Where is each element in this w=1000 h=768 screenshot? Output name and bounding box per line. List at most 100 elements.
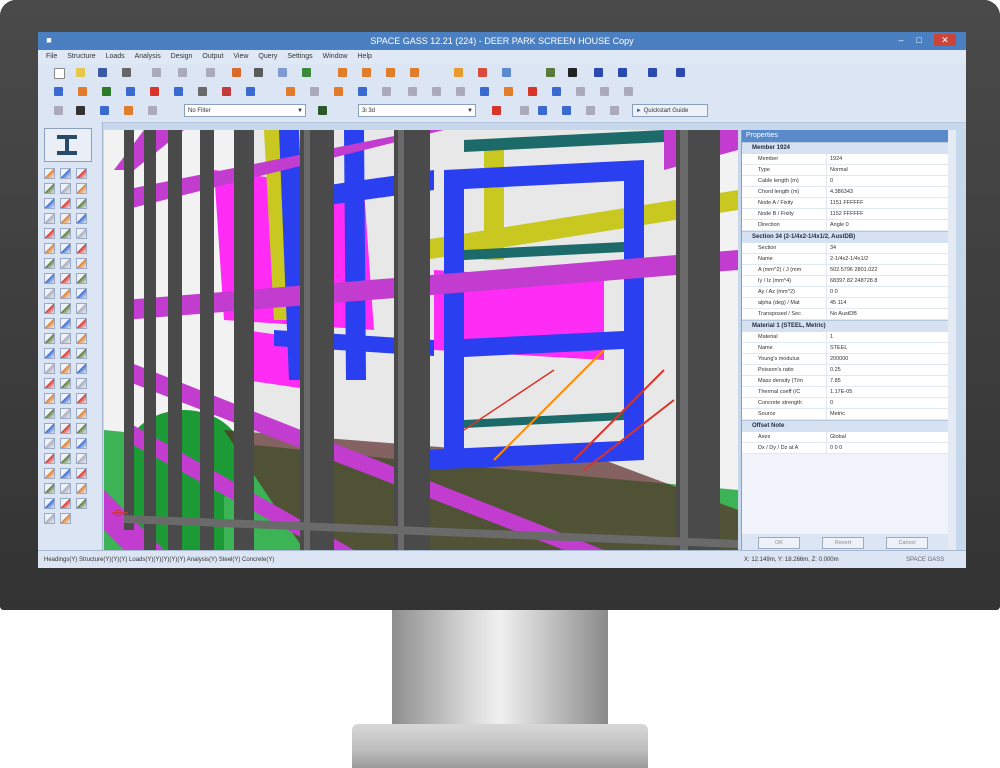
model-viewport[interactable]	[104, 130, 738, 550]
property-value[interactable]: 45 114	[826, 298, 950, 308]
scale-icon[interactable]	[60, 318, 71, 329]
plate-add-icon[interactable]	[76, 183, 87, 194]
property-row[interactable]: Transposed / Sec No AustDB	[742, 309, 949, 320]
property-value[interactable]: 0 0 0	[826, 443, 950, 453]
load-icon[interactable]	[454, 68, 463, 77]
menu-file[interactable]: File	[46, 50, 57, 64]
menu-query[interactable]: Query	[258, 50, 277, 64]
ok-button[interactable]: OK	[758, 537, 800, 549]
property-value[interactable]: Angle 0	[826, 220, 950, 230]
property-row[interactable]: Young's modulus 200000	[742, 354, 949, 365]
property-value[interactable]: Normal	[826, 165, 950, 175]
text-icon[interactable]	[60, 423, 71, 434]
property-value[interactable]: 0	[826, 176, 950, 186]
pressure-icon[interactable]	[44, 423, 55, 434]
layout-icon[interactable]	[676, 68, 685, 77]
column-icon[interactable]	[60, 258, 71, 269]
temp-icon[interactable]	[76, 483, 87, 494]
menu-output[interactable]: Output	[202, 50, 223, 64]
design-icon[interactable]	[618, 68, 627, 77]
rotate-icon[interactable]	[76, 303, 87, 314]
delete-icon[interactable]	[150, 87, 159, 96]
property-value[interactable]: 1152 FFFFFF	[826, 209, 950, 219]
intersect-icon[interactable]	[334, 87, 343, 96]
plate-add-icon[interactable]	[44, 393, 55, 404]
property-value[interactable]: STEEL	[826, 343, 950, 353]
property-value[interactable]: 34	[826, 243, 950, 253]
property-row[interactable]: Source Metric	[742, 409, 949, 420]
property-value[interactable]: 1.17E-05	[826, 387, 950, 397]
section-beam-icon[interactable]	[44, 128, 92, 162]
property-value[interactable]: 200000	[826, 354, 950, 364]
property-group-header[interactable]: Member 1924	[742, 142, 949, 154]
menu-view[interactable]: View	[233, 50, 248, 64]
property-row[interactable]: Cable length (m) 0	[742, 176, 949, 187]
property-row[interactable]: Material 1	[742, 332, 949, 343]
moment-icon[interactable]	[60, 213, 71, 224]
zoom-icon[interactable]	[60, 348, 71, 359]
stop-icon[interactable]	[492, 106, 501, 115]
line-icon[interactable]	[286, 87, 295, 96]
shell-icon[interactable]	[76, 273, 87, 284]
maximize-button[interactable]: □	[912, 34, 926, 46]
measure-icon[interactable]	[254, 68, 263, 77]
member-icon[interactable]	[362, 68, 371, 77]
redo-icon[interactable]	[178, 68, 187, 77]
menu-help[interactable]: Help	[358, 50, 372, 64]
brace-icon[interactable]	[76, 258, 87, 269]
beam-icon[interactable]	[60, 453, 71, 464]
mass-icon[interactable]	[60, 483, 71, 494]
new-file-icon[interactable]	[54, 68, 65, 79]
rigid-icon[interactable]	[76, 438, 87, 449]
property-row[interactable]: Name STEEL	[742, 343, 949, 354]
text-icon[interactable]	[44, 228, 55, 239]
property-value[interactable]: 1151 FFFFFF	[826, 198, 950, 208]
support-icon[interactable]	[76, 288, 87, 299]
window-select-icon[interactable]	[538, 106, 547, 115]
property-row[interactable]: Poisson's ratio 0.25	[742, 365, 949, 376]
property-value[interactable]: 4.386343	[826, 187, 950, 197]
pan-icon[interactable]	[76, 348, 87, 359]
move-icon[interactable]	[60, 303, 71, 314]
pressure-icon[interactable]	[76, 213, 87, 224]
view-select[interactable]: 3i 3d ▼	[358, 104, 476, 117]
grid-toggle-icon[interactable]	[586, 106, 595, 115]
moment-icon[interactable]	[76, 408, 87, 419]
property-row[interactable]: Thermal coeff (/C 1.17E-05	[742, 387, 949, 398]
label-icon[interactable]	[480, 87, 489, 96]
camera-icon[interactable]	[568, 68, 577, 77]
beam-icon[interactable]	[44, 258, 55, 269]
box-icon[interactable]	[124, 106, 133, 115]
property-value[interactable]: 68397.82 248728.8	[826, 276, 950, 286]
frame-icon[interactable]	[76, 468, 87, 479]
spring-icon[interactable]	[60, 198, 71, 209]
cut-icon[interactable]	[206, 68, 215, 77]
offset-icon[interactable]	[44, 243, 55, 254]
property-row[interactable]: Node B / Fixity 1152 FFFFFF	[742, 209, 949, 220]
mirror-icon[interactable]	[60, 513, 71, 524]
support-icon[interactable]	[44, 498, 55, 509]
property-value[interactable]: 2-1/4x2-1/4x1/2	[826, 254, 950, 264]
copy-icon[interactable]	[174, 87, 183, 96]
join-icon[interactable]	[44, 333, 55, 344]
menu-window[interactable]: Window	[323, 50, 348, 64]
property-row[interactable]: Dx / Dy / Dz at A 0 0 0	[742, 443, 949, 454]
menu-design[interactable]: Design	[171, 50, 193, 64]
menu-loads[interactable]: Loads	[106, 50, 125, 64]
print-icon[interactable]	[122, 68, 131, 77]
brace-icon[interactable]	[44, 468, 55, 479]
property-row[interactable]: Member 1924	[742, 154, 949, 165]
minimize-button[interactable]: –	[894, 34, 908, 46]
save-icon[interactable]	[98, 68, 107, 77]
arc-icon[interactable]	[60, 168, 71, 179]
zoom-fit-icon[interactable]	[102, 87, 111, 96]
table-icon[interactable]	[552, 87, 561, 96]
property-value[interactable]: 0 0	[826, 287, 950, 297]
plane-icon[interactable]	[148, 106, 157, 115]
filter-select[interactable]: No Filter ▼	[184, 104, 306, 117]
truss-icon[interactable]	[60, 468, 71, 479]
property-row[interactable]: Iy / Iz (mm^4) 68397.82 248728.8	[742, 276, 949, 287]
frame-icon[interactable]	[60, 273, 71, 284]
find-icon[interactable]	[54, 106, 63, 115]
render-icon[interactable]	[302, 68, 311, 77]
